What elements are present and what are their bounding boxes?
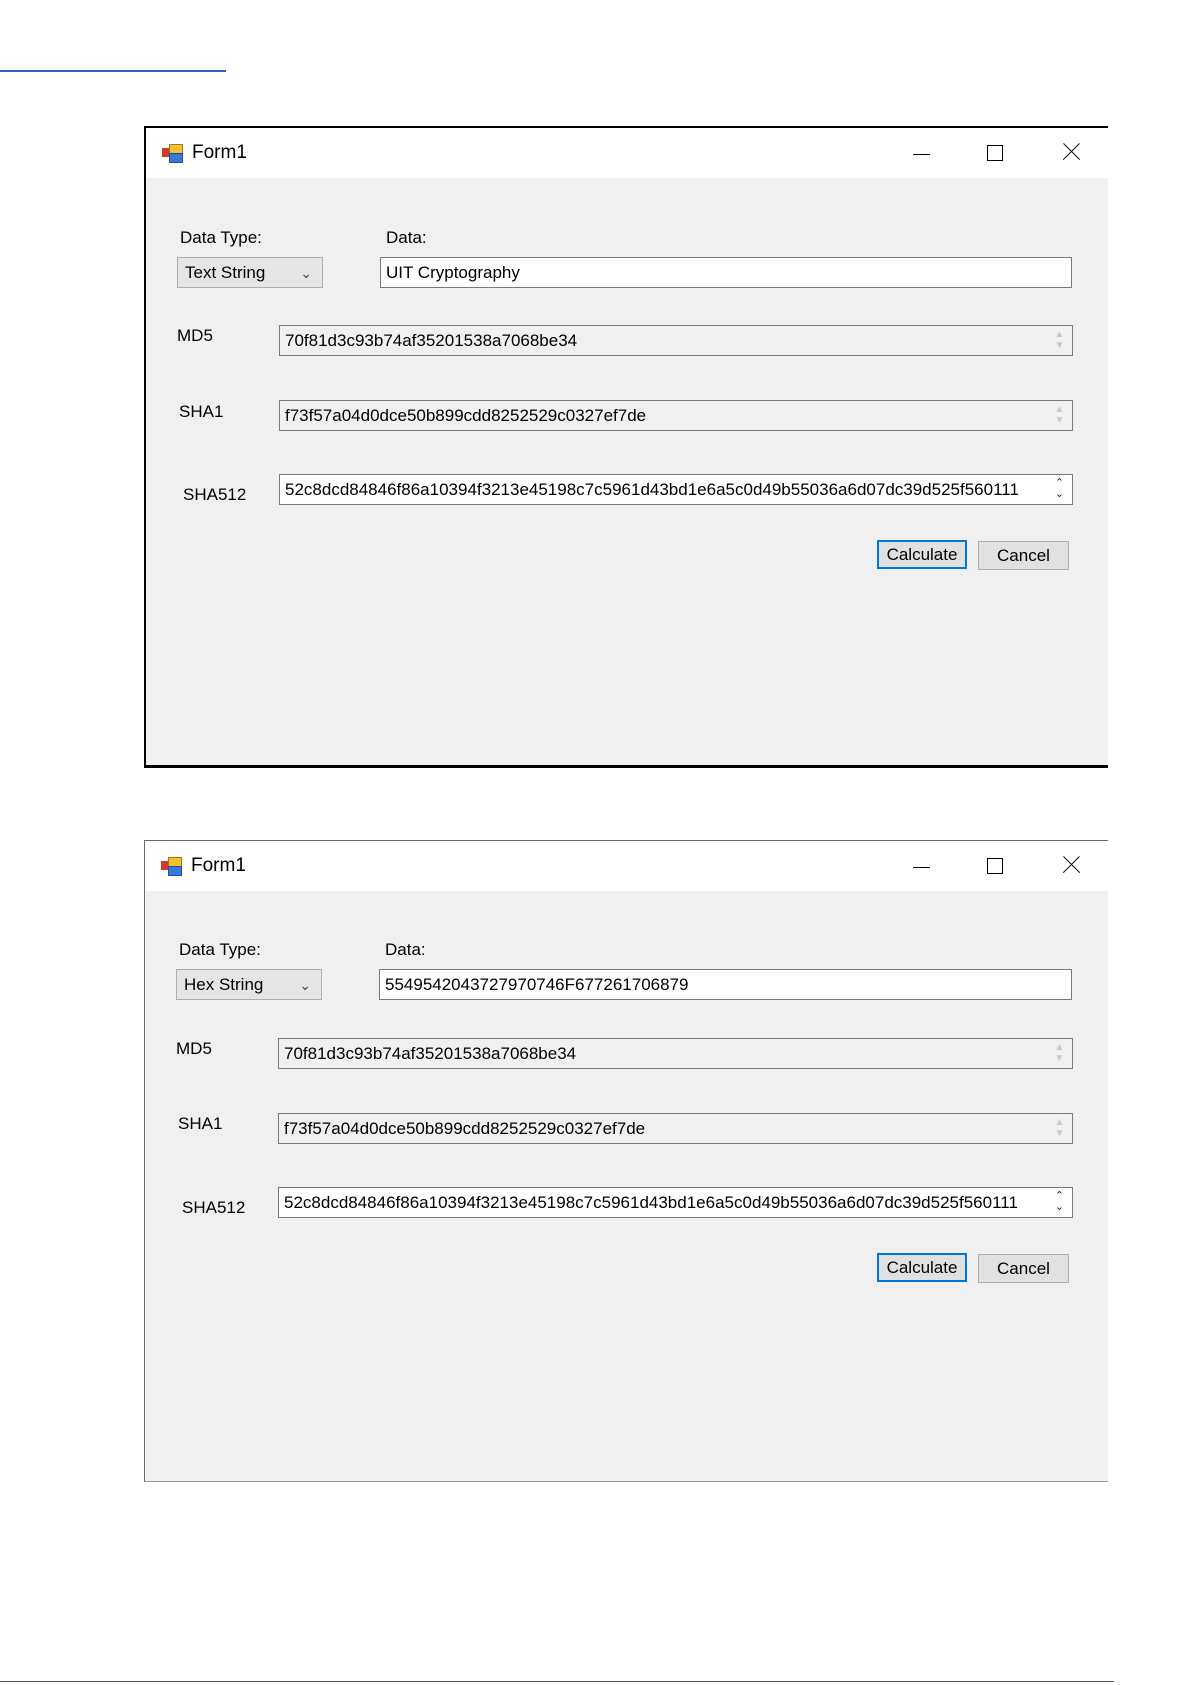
data-type-select[interactable]: Text String ⌄: [177, 257, 323, 288]
spin-updown-icon[interactable]: ▲ ▼: [1051, 404, 1068, 427]
windows-form-icon: [161, 857, 182, 876]
close-icon: [1062, 143, 1080, 161]
sha1-label: SHA1: [179, 402, 224, 421]
window-title: Form1: [192, 142, 247, 163]
minimize-button[interactable]: [884, 841, 958, 891]
minimize-button[interactable]: [884, 128, 958, 178]
sha512-value: 52c8dcd84846f86a10394f3213e45198c7c5961d…: [285, 480, 1019, 499]
form-window-hex-string: Form1 Data Type: Data: Hex String ⌄ MD5 …: [144, 840, 1108, 1482]
data-type-selected: Hex String: [184, 975, 264, 994]
sha1-output[interactable]: f73f57a04d0dce50b899cdd8252529c0327ef7de…: [278, 1113, 1073, 1144]
md5-label: MD5: [176, 1039, 212, 1058]
spin-updown-icon[interactable]: ⌃ ⌄: [1051, 1191, 1068, 1214]
title-bar[interactable]: Form1: [146, 128, 1108, 178]
top-rule: [0, 70, 226, 72]
maximize-button[interactable]: [958, 128, 1032, 178]
window-title: Form1: [191, 855, 246, 876]
spin-updown-icon[interactable]: ▲ ▼: [1051, 329, 1068, 352]
md5-label: MD5: [177, 326, 213, 345]
cancel-button[interactable]: Cancel: [978, 541, 1069, 570]
sha512-label: SHA512: [183, 485, 247, 504]
sha1-value: f73f57a04d0dce50b899cdd8252529c0327ef7de: [285, 406, 647, 425]
data-type-label: Data Type:: [180, 228, 262, 247]
sha512-value: 52c8dcd84846f86a10394f3213e45198c7c5961d…: [284, 1193, 1018, 1212]
cancel-button[interactable]: Cancel: [978, 1254, 1069, 1283]
minimize-icon: [913, 867, 930, 868]
calculate-button[interactable]: Calculate: [877, 540, 967, 569]
sha1-label: SHA1: [178, 1114, 223, 1133]
md5-value: 70f81d3c93b74af35201538a7068be34: [285, 331, 578, 350]
sha1-value: f73f57a04d0dce50b899cdd8252529c0327ef7de: [284, 1119, 646, 1138]
close-button[interactable]: [1034, 841, 1108, 891]
maximize-button[interactable]: [958, 841, 1032, 891]
data-label: Data:: [386, 228, 427, 247]
data-type-selected: Text String: [185, 263, 266, 282]
data-label: Data:: [385, 940, 426, 959]
bottom-rule: [0, 1681, 1114, 1682]
calculate-button[interactable]: Calculate: [877, 1253, 967, 1282]
sha512-output[interactable]: 52c8dcd84846f86a10394f3213e45198c7c5961d…: [278, 1187, 1073, 1218]
title-bar[interactable]: Form1: [145, 841, 1108, 891]
data-type-select[interactable]: Hex String ⌄: [176, 969, 322, 1000]
spin-updown-icon[interactable]: ▲ ▼: [1051, 1042, 1068, 1065]
windows-form-icon: [162, 144, 183, 163]
maximize-icon: [987, 858, 1003, 874]
data-input[interactable]: [379, 969, 1072, 1000]
chevron-down-icon: ⌄: [300, 265, 312, 281]
spin-updown-icon[interactable]: ▲ ▼: [1051, 1117, 1068, 1140]
maximize-icon: [987, 145, 1003, 161]
form-window-text-string: Form1 Data Type: Data: Text String ⌄ MD5…: [144, 126, 1108, 768]
close-icon: [1062, 856, 1080, 874]
md5-output[interactable]: 70f81d3c93b74af35201538a7068be34 ▲ ▼: [278, 1038, 1073, 1069]
sha512-label: SHA512: [182, 1198, 246, 1217]
spin-updown-icon[interactable]: ⌃ ⌄: [1051, 478, 1068, 501]
md5-output[interactable]: 70f81d3c93b74af35201538a7068be34 ▲ ▼: [279, 325, 1073, 356]
sha1-output[interactable]: f73f57a04d0dce50b899cdd8252529c0327ef7de…: [279, 400, 1073, 431]
data-input[interactable]: [380, 257, 1072, 288]
minimize-icon: [913, 154, 930, 155]
data-type-label: Data Type:: [179, 940, 261, 959]
md5-value: 70f81d3c93b74af35201538a7068be34: [284, 1044, 577, 1063]
close-button[interactable]: [1034, 128, 1108, 178]
chevron-down-icon: ⌄: [299, 977, 311, 993]
sha512-output[interactable]: 52c8dcd84846f86a10394f3213e45198c7c5961d…: [279, 474, 1073, 505]
